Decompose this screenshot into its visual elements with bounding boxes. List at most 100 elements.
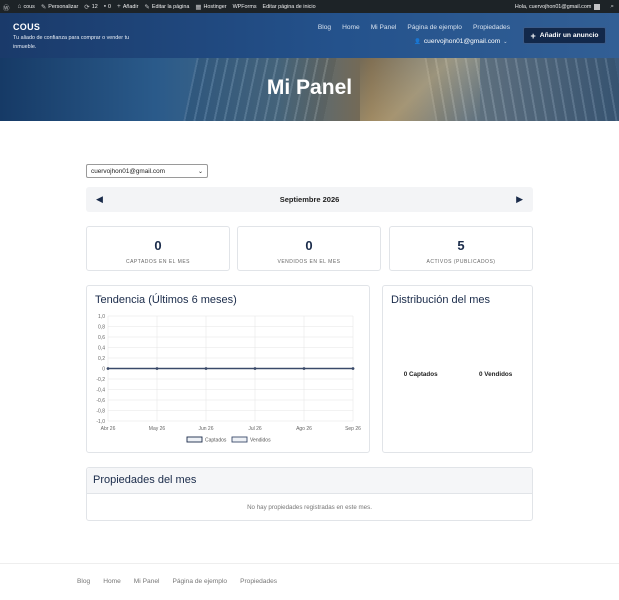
footer-link-propiedades[interactable]: Propiedades <box>240 578 277 585</box>
plus-icon: + <box>117 3 121 10</box>
admin-wpforms-label: WPForms <box>232 3 257 10</box>
brush-icon: ✎ <box>40 3 47 11</box>
properties-panel: Propiedades del mes No hay propiedades r… <box>86 467 533 521</box>
add-listing-button[interactable]: + Añadir un anuncio <box>523 27 606 44</box>
admin-hostinger-label: Hostinger <box>203 3 227 10</box>
x-tick-label: Abr 26 <box>101 426 116 432</box>
distribution-vendidos: 0 Vendidos <box>479 371 513 378</box>
distribution-panel: Distribución del mes 0 Captados 0 Vendid… <box>382 285 533 453</box>
y-tick-label: 1,0 <box>98 314 105 320</box>
admin-account-item[interactable]: Hola, cuervojhon01@gmail.com <box>512 0 608 13</box>
footer-link-pagina-ejemplo[interactable]: Página de ejemplo <box>172 578 227 585</box>
user-menu[interactable]: 👤 cuervojhon01@gmail.com ⌄ <box>414 38 507 45</box>
site-brand[interactable]: COUS <box>13 22 40 32</box>
admin-updates-count: 12 <box>91 3 98 10</box>
admin-wordpress-item[interactable]: Ⓦ <box>0 0 15 13</box>
admin-edit-home-label: Editar página de inicio <box>262 3 316 10</box>
x-tick-label: Jul 26 <box>248 426 262 432</box>
stat-label: VENDIDOS EN EL MES <box>277 259 341 265</box>
chevron-down-icon: ⌄ <box>197 168 203 175</box>
admin-site-item[interactable]: ⌂ cous <box>15 0 38 13</box>
user-select[interactable]: cuervojhon01@gmail.com ⌄ <box>86 164 208 178</box>
data-point <box>155 367 159 370</box>
footer-link-mi-panel[interactable]: Mi Panel <box>134 578 160 585</box>
legend-label: Captados <box>205 438 227 444</box>
admin-add-label: Añadir <box>122 3 139 10</box>
y-tick-label: -0,2 <box>96 377 105 383</box>
y-tick-label: -0,4 <box>96 387 105 393</box>
month-navigator: ◀ Septiembre 2026 ▶ <box>86 187 533 212</box>
admin-edit-page-item[interactable]: ✎ Editar la página <box>141 0 192 13</box>
properties-empty-message: No hay propiedades registradas en este m… <box>247 504 372 511</box>
distribution-captados: 0 Captados <box>403 371 438 378</box>
y-tick-label: 0 <box>102 366 105 372</box>
home-icon: ⌂ <box>17 3 22 10</box>
page-title: Mi Panel <box>266 76 353 99</box>
hostinger-icon: ▦ <box>195 3 202 11</box>
nav-link-pagina-ejemplo[interactable]: Página de ejemplo <box>407 24 462 31</box>
nav-link-mi-panel[interactable]: Mi Panel <box>371 24 397 31</box>
y-tick-label: -0,8 <box>96 408 105 414</box>
next-month-button[interactable]: ▶ <box>516 194 523 205</box>
x-tick-label: Sep 26 <box>345 426 361 432</box>
data-point <box>302 367 306 370</box>
data-point <box>351 367 355 370</box>
distribution-title: Distribución del mes <box>391 294 491 306</box>
admin-bar: Ⓦ ⌂ cous ✎ Personalizar ⟳ 12 ▪ 0 + Añadir ✎ Ed… <box>0 0 619 13</box>
site-tagline: Tu aliado de confianza para comprar o ve… <box>13 35 130 50</box>
properties-title: Propiedades del mes <box>93 474 197 486</box>
admin-updates-item[interactable]: ⟳ 12 <box>81 0 100 13</box>
admin-comments-item[interactable]: ▪ 0 <box>101 0 114 13</box>
stat-value: 0 <box>154 238 162 253</box>
stat-label: CAPTADOS EN EL MES <box>125 259 190 265</box>
user-select-value: cuervojhon01@gmail.com <box>91 167 165 175</box>
legend-swatch <box>186 436 203 443</box>
stat-card-captados: 0 CAPTADOS EN EL MES <box>86 226 230 271</box>
admin-wpforms-item[interactable]: WPForms <box>230 0 260 13</box>
add-listing-label: Añadir un anuncio <box>539 32 599 39</box>
admin-customize-label: Personalizar <box>48 3 79 10</box>
user-email: cuervojhon01@gmail.com <box>423 38 501 45</box>
plus-icon: + <box>530 30 536 41</box>
y-tick-label: -1,0 <box>96 419 105 425</box>
y-tick-label: 0,6 <box>98 335 105 341</box>
admin-search-item[interactable]: ⌕ <box>607 0 619 13</box>
data-point <box>253 367 257 370</box>
footer-link-home[interactable]: Home <box>103 578 121 585</box>
x-tick-label: Jun 26 <box>198 426 213 432</box>
updates-icon: ⟳ <box>84 3 90 11</box>
nav-link-home[interactable]: Home <box>342 24 360 31</box>
prev-month-button[interactable]: ◀ <box>96 194 103 205</box>
stat-card-activos: 5 ACTIVOS (PUBLICADOS) <box>389 226 533 271</box>
admin-hostinger-item[interactable]: ▦ Hostinger <box>192 0 229 13</box>
search-icon: ⌕ <box>610 2 614 10</box>
site-header: COUS Tu aliado de confianza para comprar… <box>0 13 619 58</box>
legend-label: Vendidos <box>250 438 271 444</box>
footer-link-blog[interactable]: Blog <box>77 578 90 585</box>
data-point <box>204 367 208 370</box>
admin-edit-page-label: Editar la página <box>151 3 190 10</box>
distribution-values: 0 Captados 0 Vendidos <box>383 371 533 378</box>
comments-icon: ▪ <box>103 3 107 10</box>
trend-chart: 1,0 0,8 0,6 0,4 0,2 0 -0,2 -0,4 -0,6 -0,8 -1,0Abr … <box>96 314 361 444</box>
admin-edit-home-item[interactable]: Editar página de inicio <box>260 0 319 13</box>
admin-greeting: Hola, cuervojhon01@gmail.com <box>514 3 592 10</box>
y-tick-label: 0,2 <box>98 356 105 362</box>
hero-banner: Mi Panel <box>0 58 619 121</box>
nav-link-blog[interactable]: Blog <box>318 24 331 31</box>
stat-label: ACTIVOS (PUBLICADOS) <box>426 259 496 265</box>
data-point <box>106 367 110 370</box>
admin-comments-count: 0 <box>108 3 112 10</box>
y-tick-label: -0,6 <box>96 398 105 404</box>
nav-link-propiedades[interactable]: Propiedades <box>473 24 510 31</box>
stat-value: 5 <box>457 238 465 253</box>
y-tick-label: 0,8 <box>98 324 105 330</box>
avatar <box>594 3 601 10</box>
main-nav: Blog Home Mi Panel Página de ejemplo Pro… <box>318 24 510 31</box>
x-tick-label: May 26 <box>149 426 166 432</box>
admin-add-item[interactable]: + Añadir <box>114 0 141 13</box>
admin-customize-item[interactable]: ✎ Personalizar <box>38 0 81 13</box>
trend-panel: Tendencia (Últimos 6 meses) 1,0 0,8 0,6 0,4… <box>86 285 370 453</box>
x-tick-label: Ago 26 <box>296 426 312 432</box>
month-label: Septiembre 2026 <box>279 195 340 204</box>
